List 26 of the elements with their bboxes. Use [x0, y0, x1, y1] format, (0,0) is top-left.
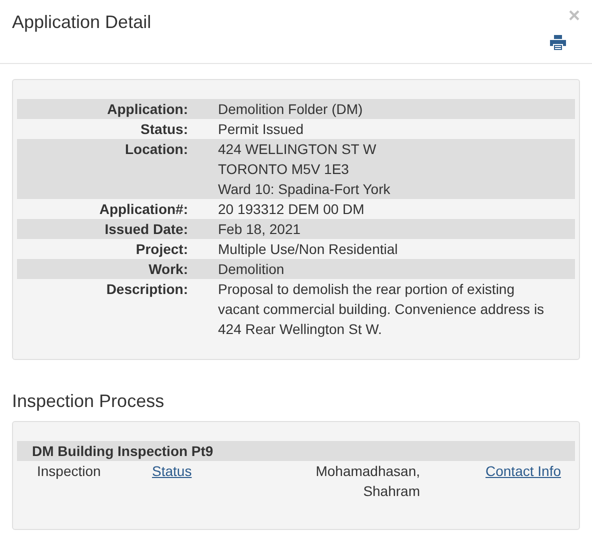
field-label: Location:	[124, 140, 188, 159]
field-value: Demolition	[218, 260, 286, 279]
inspector-name: Mohamadhasan, Shahram	[314, 462, 420, 501]
field-label: Application:	[106, 100, 188, 119]
field-label: Description:	[105, 280, 188, 299]
field-value: Demolition Folder (DM)	[218, 100, 364, 119]
group-heading: DM Building Inspection Pt9	[17, 441, 575, 461]
field-value: 424 WELLINGTON ST W	[218, 140, 378, 159]
field-label: Application#:	[98, 200, 188, 219]
field-label: Status:	[140, 120, 188, 139]
field-value: Multiple Use/Non Residential	[218, 240, 399, 259]
field-value: Ward 10: Spadina-Fort York	[218, 180, 392, 199]
print-icon[interactable]	[550, 35, 566, 50]
inspection-type: Inspection	[36, 462, 102, 481]
field-label: Work:	[148, 260, 188, 279]
status-link[interactable]: Status	[152, 463, 192, 479]
dialog-title: Application Detail	[12, 11, 152, 33]
section-heading: Inspection Process	[12, 390, 166, 412]
field-value: TORONTO M5V 1E3	[218, 160, 350, 179]
field-value: Proposal to demolish the rear portion of existing vacant commercial building. Convenience address is 424 Rear Wellington St W.	[218, 280, 546, 339]
field-value: 20 193312 DEM 00 DM	[218, 200, 366, 219]
contact-info-link[interactable]: Contact Info	[486, 461, 561, 481]
field-value: Feb 18, 2021	[218, 220, 302, 239]
field-label: Project:	[134, 240, 188, 259]
field-value: Permit Issued	[218, 120, 305, 139]
field-label: Issued Date:	[104, 220, 188, 239]
